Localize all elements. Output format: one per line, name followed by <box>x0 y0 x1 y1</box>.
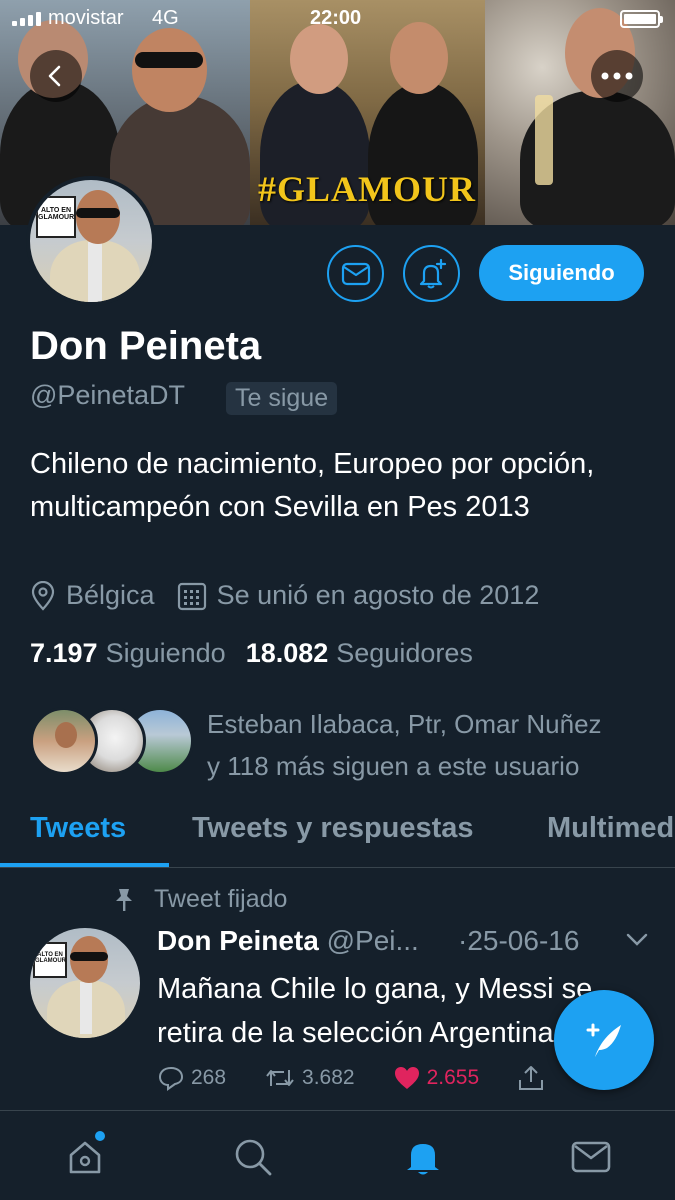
follow-counts: 7.197 Siguiendo 18.082 Seguidores <box>30 638 493 669</box>
followers-count[interactable]: 18.082 <box>246 638 329 669</box>
reply-count: 268 <box>191 1066 227 1089</box>
back-button[interactable] <box>30 50 82 102</box>
profile-avatar[interactable]: ALTO EN GLAMOUR <box>26 176 156 306</box>
profile-bio: Chileno de nacimiento, Europeo por opció… <box>30 448 595 523</box>
follows-you-badge: Te sigue <box>226 382 338 415</box>
profile-tabs: Tweets Tweets y respuestas Multimedia <box>0 800 675 868</box>
profile-handle: @PeinetaDT <box>30 380 185 410</box>
location-pin-icon <box>31 580 55 611</box>
home-new-indicator <box>95 1131 105 1141</box>
tweet-author-name[interactable]: Don Peineta <box>157 925 319 956</box>
tweet-author-handle[interactable]: @Pei... <box>327 925 419 956</box>
compose-tweet-button[interactable] <box>554 990 654 1090</box>
heart-icon <box>394 1067 419 1089</box>
banner-hashtag: #GLAMOUR <box>258 169 476 209</box>
retweet-count: 3.682 <box>302 1066 355 1089</box>
following-label[interactable]: Siguiendo <box>106 638 226 669</box>
message-button[interactable] <box>327 245 384 302</box>
profile-joined: Se unió en agosto de 2012 <box>177 580 540 611</box>
home-icon <box>69 1141 101 1174</box>
more-dots-icon <box>601 72 633 80</box>
carrier-name: movistar <box>48 7 124 29</box>
pinned-tweet-label: Tweet fijado <box>112 885 287 914</box>
reply-button[interactable]: 268 <box>157 1065 226 1091</box>
signal-icon <box>12 12 41 26</box>
notifications-icon <box>407 1144 439 1175</box>
tab-tweets-replies[interactable]: Tweets y respuestas <box>192 812 474 845</box>
more-options-button[interactable] <box>591 50 643 102</box>
calendar-icon <box>177 582 206 610</box>
back-arrow-icon <box>48 65 61 87</box>
reply-icon <box>158 1066 184 1091</box>
tweet-menu-button[interactable] <box>626 933 648 952</box>
status-bar: movistar 4G 22:00 <box>0 0 675 40</box>
follower-avatar-1 <box>30 707 98 775</box>
messages-icon <box>571 1141 611 1173</box>
notifications-toggle-button[interactable] <box>403 245 460 302</box>
status-time: 22:00 <box>310 7 362 29</box>
alto-glamour-sign: ALTO EN GLAMOUR <box>36 196 76 238</box>
tweet-avatar-sign: ALTO EN GLAMOUR <box>33 942 67 978</box>
battery-icon <box>620 10 663 28</box>
tweet-avatar[interactable]: ALTO EN GLAMOUR <box>30 928 140 1038</box>
profile-name: Don Peineta <box>30 324 262 368</box>
nav-notifications-button[interactable] <box>399 1133 447 1181</box>
like-count: 2.655 <box>426 1066 480 1089</box>
compose-icon <box>586 1023 621 1057</box>
retweet-button[interactable]: 3.682 <box>264 1066 355 1090</box>
pin-icon <box>116 888 132 911</box>
tweet-actions: 268 3.682 2.655 <box>157 1064 589 1092</box>
tab-tweets[interactable]: Tweets <box>30 812 126 845</box>
profile-location: Bélgica <box>30 580 155 611</box>
network-type: 4G <box>152 7 179 29</box>
following-count[interactable]: 7.197 <box>30 638 98 669</box>
active-tab-indicator <box>0 863 169 867</box>
following-button[interactable]: Siguiendo <box>479 245 644 301</box>
retweet-icon <box>266 1070 294 1086</box>
followers-you-know[interactable]: Esteban Ilabaca, Ptr, Omar Nuñez y 118 m… <box>30 703 660 783</box>
share-icon <box>519 1066 544 1090</box>
tweet-header: Don Peineta @Pei... <box>157 925 419 957</box>
profile-meta: Bélgica Se unió en agosto de 2012 <box>30 580 561 611</box>
location-text: Bélgica <box>66 580 155 610</box>
search-icon <box>235 1139 272 1176</box>
share-button[interactable] <box>517 1064 551 1092</box>
nav-search-button[interactable] <box>229 1133 277 1181</box>
bell-plus-icon <box>419 258 446 288</box>
joined-text: Se unió en agosto de 2012 <box>216 580 540 610</box>
like-button[interactable]: 2.655 <box>393 1065 480 1091</box>
followers-you-know-names: Esteban Ilabaca, Ptr, Omar Nuñez <box>207 709 602 739</box>
bottom-navigation <box>0 1110 675 1200</box>
followers-you-know-count: y 118 más siguen a este usuario <box>207 751 580 781</box>
tab-media[interactable]: Multimedia <box>547 812 675 845</box>
chevron-down-icon <box>626 933 648 946</box>
followers-label[interactable]: Seguidores <box>336 638 473 669</box>
mail-icon <box>341 262 370 285</box>
tweet-date: ·25-06-16 <box>458 925 580 956</box>
nav-messages-button[interactable] <box>567 1133 615 1181</box>
